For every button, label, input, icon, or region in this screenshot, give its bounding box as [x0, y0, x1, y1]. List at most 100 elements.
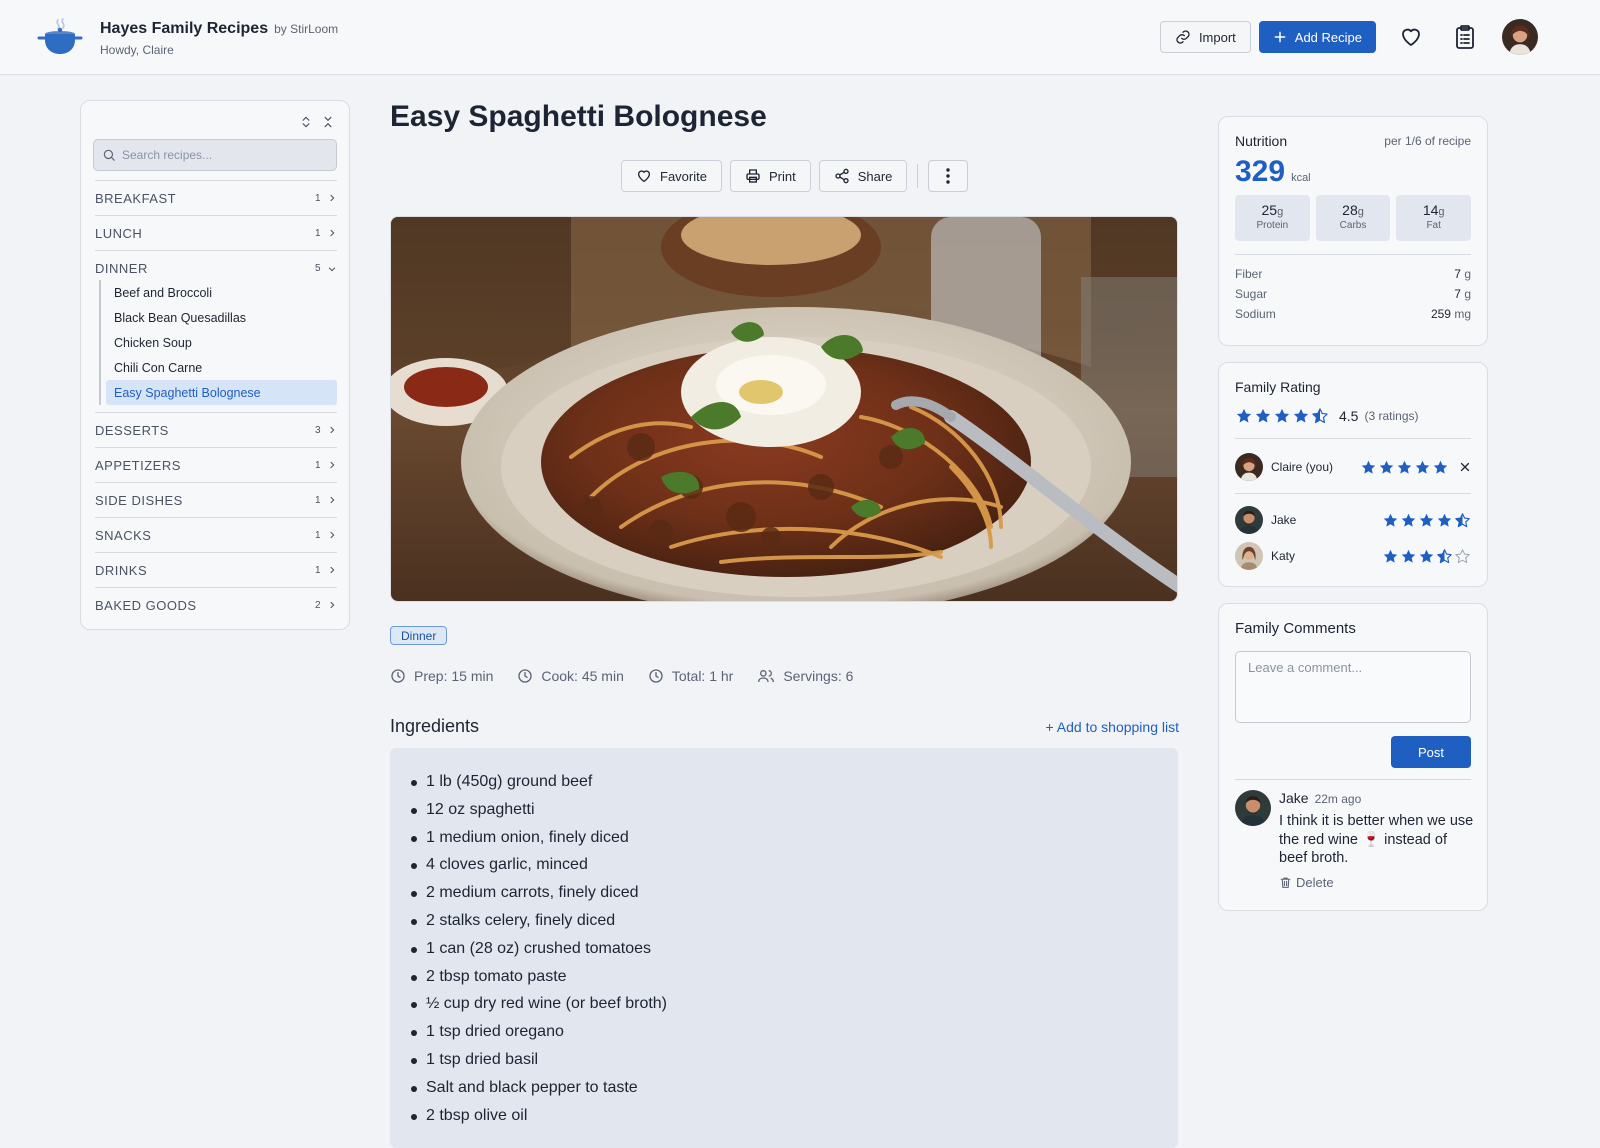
category-count: 1 — [314, 227, 321, 239]
comment-item: Jake 22m ago I think it is better when we… — [1235, 790, 1473, 890]
rater-name: Katy — [1271, 549, 1296, 563]
delete-comment-button[interactable]: Delete — [1279, 875, 1475, 890]
category-count: 1 — [314, 564, 321, 576]
star-icon[interactable] — [1396, 459, 1413, 476]
ingredient-item: 1 lb (450g) ground beef — [411, 768, 1178, 796]
carbs-value: 28 — [1342, 202, 1358, 218]
ingredient-item: 1 can (28 oz) crushed tomatoes — [411, 935, 1178, 963]
star-icon[interactable] — [1378, 459, 1395, 476]
category-label: APPETIZERS — [95, 457, 181, 473]
carbs-label: Carbs — [1339, 220, 1367, 231]
comment-text: I think it is better when we use the red… — [1279, 813, 1474, 866]
trash-icon — [1279, 876, 1292, 889]
recipe-actions: Favorite Print Share — [621, 160, 969, 192]
nutrient-label: Sugar — [1235, 287, 1268, 301]
nutrition-title: Nutrition — [1235, 133, 1288, 149]
nutrient-row: Fiber 7 g — [1235, 264, 1471, 284]
category-count: 1 — [314, 529, 321, 541]
rater-stars[interactable] — [1360, 459, 1449, 476]
clear-rating-close-icon[interactable] — [1459, 461, 1471, 473]
recipe-item[interactable]: Chili Con Carne — [106, 355, 337, 380]
top-bar: Hayes Family Recipes by StirLoom Howdy, C… — [0, 0, 1600, 75]
chevron-right-icon — [327, 425, 337, 435]
app-byline: by StirLoom — [274, 22, 339, 36]
import-button[interactable]: Import — [1159, 21, 1251, 53]
category-drinks[interactable]: DRINKS 1 — [95, 552, 337, 587]
app-title: Hayes Family Recipes — [100, 20, 269, 37]
ingredient-item: 1 tsp dried basil — [411, 1046, 1178, 1074]
star-icon — [1400, 512, 1417, 529]
recipe-item[interactable]: Black Bean Quesadillas — [106, 305, 337, 330]
ingredient-item: 1 medium onion, finely diced — [411, 824, 1178, 852]
category-desserts[interactable]: DESSERTS 3 — [95, 412, 337, 447]
category-baked-goods[interactable]: BAKED GOODS 2 — [95, 587, 337, 622]
add-to-shopping-list-link[interactable]: + Add to shopping list — [1046, 719, 1180, 735]
prep-time: Prep: 15 min — [390, 668, 493, 684]
macro-unit: g — [1438, 206, 1445, 218]
nutrient-label: Sodium — [1235, 307, 1276, 321]
rater-row: Jake — [1235, 502, 1471, 538]
shopping-list-clipboard-icon[interactable] — [1446, 18, 1484, 56]
ingredients-heading: Ingredients — [390, 716, 480, 736]
heart-icon — [636, 168, 652, 184]
avatar — [1235, 790, 1271, 826]
recipe-photo — [390, 216, 1178, 602]
average-stars — [1235, 407, 1329, 425]
share-button[interactable]: Share — [818, 160, 908, 192]
search-input[interactable] — [122, 148, 322, 162]
category-side-dishes[interactable]: SIDE DISHES 1 — [95, 482, 337, 517]
favorite-button[interactable]: Favorite — [621, 160, 722, 192]
post-button[interactable]: Post — [1391, 736, 1471, 768]
recipe-item[interactable]: Chicken Soup — [106, 330, 337, 355]
more-options-button[interactable] — [928, 160, 969, 192]
star-icon — [1292, 407, 1310, 425]
star-half-icon — [1311, 407, 1329, 425]
category-breakfast[interactable]: BREAKFAST 1 — [95, 180, 337, 215]
add-recipe-button[interactable]: Add Recipe — [1258, 21, 1376, 53]
recipe-item[interactable]: Beef and Broccoli — [106, 280, 337, 305]
print-button[interactable]: Print — [729, 160, 811, 192]
star-icon — [1273, 407, 1291, 425]
ingredient-item: 2 tbsp tomato paste — [411, 963, 1178, 991]
category-snacks[interactable]: SNACKS 1 — [95, 517, 337, 552]
total-label: Total: 1 hr — [671, 668, 734, 684]
category-count: 1 — [314, 192, 321, 204]
star-empty-icon — [1454, 548, 1471, 565]
category-label: BAKED GOODS — [95, 597, 197, 613]
users-icon — [757, 668, 775, 684]
collapse-all-icon[interactable] — [321, 115, 335, 129]
favorites-heart-icon[interactable] — [1392, 18, 1430, 56]
star-icon[interactable] — [1414, 459, 1431, 476]
category-list: BREAKFAST 1 LUNCH 1 DINNER 5 Beef and Brocc… — [95, 180, 337, 622]
star-icon[interactable] — [1360, 459, 1377, 476]
expand-all-icon[interactable] — [299, 115, 313, 129]
category-label: DRINKS — [95, 562, 148, 578]
user-avatar[interactable] — [1502, 19, 1538, 55]
category-lunch[interactable]: LUNCH 1 — [95, 215, 337, 250]
category-dinner: DINNER 5 Beef and Broccoli Black Bean Que… — [95, 250, 337, 405]
dinner-recipe-list: Beef and Broccoli Black Bean Quesadillas… — [99, 280, 337, 405]
rating-title: Family Rating — [1235, 379, 1321, 395]
divider — [1235, 493, 1471, 494]
rater-name: Claire (you) — [1271, 460, 1334, 474]
comments-title: Family Comments — [1235, 620, 1356, 637]
search-box[interactable] — [93, 139, 337, 171]
star-icon — [1235, 407, 1253, 425]
star-icon — [1418, 512, 1435, 529]
delete-label: Delete — [1296, 874, 1334, 890]
star-icon[interactable] — [1432, 459, 1449, 476]
category-appetizers[interactable]: APPETIZERS 1 — [95, 447, 337, 482]
kebab-menu-icon — [946, 168, 951, 184]
comment-input[interactable] — [1235, 651, 1471, 723]
total-time: Total: 1 hr — [648, 668, 733, 684]
category-tag[interactable]: Dinner — [390, 626, 448, 645]
category-label: BREAKFAST — [95, 190, 177, 206]
category-count: 3 — [314, 424, 321, 436]
ingredient-item: 2 tbsp olive oil — [411, 1102, 1178, 1130]
link-icon — [1175, 29, 1191, 45]
divider — [917, 164, 919, 188]
search-icon — [102, 148, 116, 162]
pot-logo-icon[interactable] — [36, 14, 84, 62]
recipe-title: Easy Spaghetti Bolognese — [390, 100, 767, 133]
recipe-item-active[interactable]: Easy Spaghetti Bolognese — [106, 380, 337, 405]
